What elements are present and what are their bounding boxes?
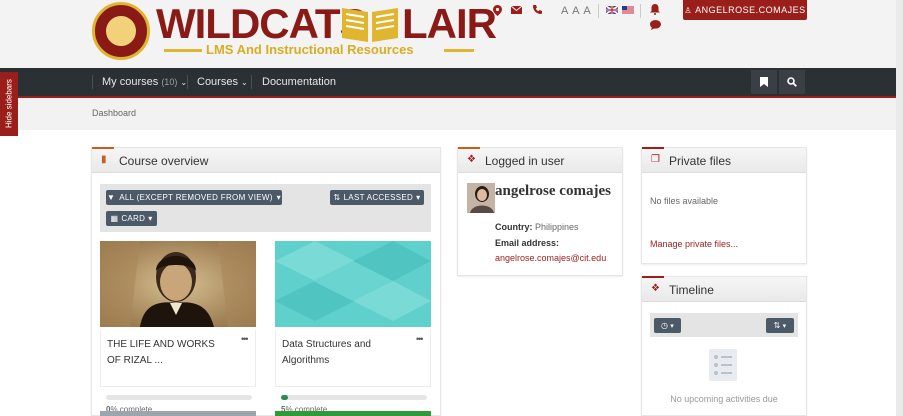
caret-down-icon: ▾ [416, 193, 421, 202]
caret-down-icon: ▾ [276, 193, 281, 202]
chevron-down-icon: ⌄ [241, 78, 248, 87]
user-avatar[interactable] [467, 183, 495, 213]
course-name[interactable]: THE LIFE AND WORKS OF RIZAL ... [107, 337, 227, 369]
sort-dropdown-button[interactable]: ⇅ LAST ACCESSED ▾ [330, 190, 424, 205]
search-icon [787, 77, 797, 87]
no-files-text: No files available [650, 196, 719, 206]
sort-icon: ⇅ [333, 193, 341, 202]
timeline-time-filter-button[interactable]: ◷ ▾ [654, 318, 681, 333]
progress-fill [281, 395, 289, 400]
filter-icon: ▼ [106, 193, 116, 202]
chat-bubble-icon[interactable] [650, 20, 661, 30]
caret-down-icon: ▾ [148, 214, 153, 223]
envelope-icon[interactable] [511, 6, 522, 14]
progress-bar [106, 395, 252, 400]
view-dropdown-button[interactable]: ▦ CARD ▾ [106, 211, 157, 226]
book-icon: ▮ [101, 154, 107, 165]
user-country: Country: Philippines [495, 222, 579, 232]
user-email-link[interactable]: angelrose.comajes@cit.edu [495, 253, 606, 263]
course-card-partial[interactable] [100, 411, 256, 416]
bookmark-button[interactable] [751, 70, 777, 94]
block-header: ❖ Timeline [642, 276, 806, 302]
course-card[interactable]: Data Structures and Algorithms ••• 5% co… [275, 241, 431, 416]
grid-icon: ▦ [110, 214, 119, 223]
hide-sidebars-tab[interactable]: Hide sidebars [0, 72, 18, 136]
course-image-pattern [275, 241, 431, 327]
course-name[interactable]: Data Structures and Algorithms [282, 337, 392, 369]
bookmark-icon [760, 77, 768, 87]
manage-private-files-link[interactable]: Manage private files... [650, 239, 738, 249]
private-files-title: Private files [669, 154, 732, 168]
filter-dropdown-button[interactable]: ▼ ALL (EXCEPT REMOVED FROM VIEW) ▾ [106, 190, 282, 205]
divider [251, 75, 252, 89]
sort-icon: ⇅ [773, 321, 781, 330]
timeline-sort-button[interactable]: ⇅ ▾ [766, 318, 794, 333]
pin-icon: ❖ [467, 154, 476, 165]
block-header: ▮ Course overview [92, 147, 440, 173]
book-logo-icon [342, 8, 398, 42]
divider [640, 4, 641, 18]
more-options-icon[interactable]: ••• [416, 334, 424, 344]
us-flag-icon[interactable] [622, 6, 634, 14]
map-marker-icon[interactable] [493, 5, 502, 16]
logo-lair-text: LAIR [402, 0, 497, 47]
empty-list-icon [709, 349, 737, 381]
logo-wildcats-text: WILDCATS [156, 0, 368, 47]
phone-icon[interactable] [533, 5, 542, 14]
bell-notification-icon[interactable] [650, 4, 660, 15]
page-scrollbar[interactable] [896, 0, 903, 416]
pin-icon: ❖ [651, 283, 660, 294]
email-label: Email address: [495, 238, 560, 248]
course-card[interactable]: THE LIFE AND WORKS OF RIZAL ... ••• 0% c… [100, 241, 256, 416]
timeline-empty-text: No upcoming activities due [670, 394, 778, 404]
progress-bar [281, 395, 427, 400]
university-seal-logo [92, 2, 150, 60]
course-overview-title: Course overview [119, 154, 209, 168]
uk-flag-icon[interactable] [606, 6, 618, 14]
files-icon: ❐ [651, 154, 660, 165]
logo-subtitle: LMS And Instructional Resources [164, 42, 474, 58]
timeline-title: Timeline [669, 283, 714, 297]
more-options-icon[interactable]: ••• [241, 334, 249, 344]
nav-my-courses[interactable]: My courses (10) ⌄ [102, 68, 187, 96]
block-header: ❖ Logged in user [458, 147, 622, 173]
course-card-partial[interactable] [275, 411, 431, 416]
breadcrumb-dashboard[interactable]: Dashboard [92, 108, 136, 118]
divider [187, 75, 188, 89]
nav-courses[interactable]: Courses ⌄ [197, 68, 248, 96]
user-full-name[interactable]: angelrose comajes [495, 184, 615, 199]
user-icon: ♙ [684, 5, 693, 15]
clock-icon: ◷ [660, 321, 669, 330]
nav-documentation[interactable]: Documentation [262, 68, 336, 96]
course-image-rizal [100, 241, 256, 327]
font-size-toggle[interactable]: A A A [561, 5, 592, 17]
block-header: ❐ Private files [642, 147, 806, 173]
search-button[interactable] [779, 70, 805, 94]
divider [92, 75, 93, 89]
logged-in-title: Logged in user [485, 154, 565, 168]
divider [598, 4, 599, 18]
user-menu-button[interactable]: ♙ ANGELROSE.COMAJES [683, 0, 807, 20]
